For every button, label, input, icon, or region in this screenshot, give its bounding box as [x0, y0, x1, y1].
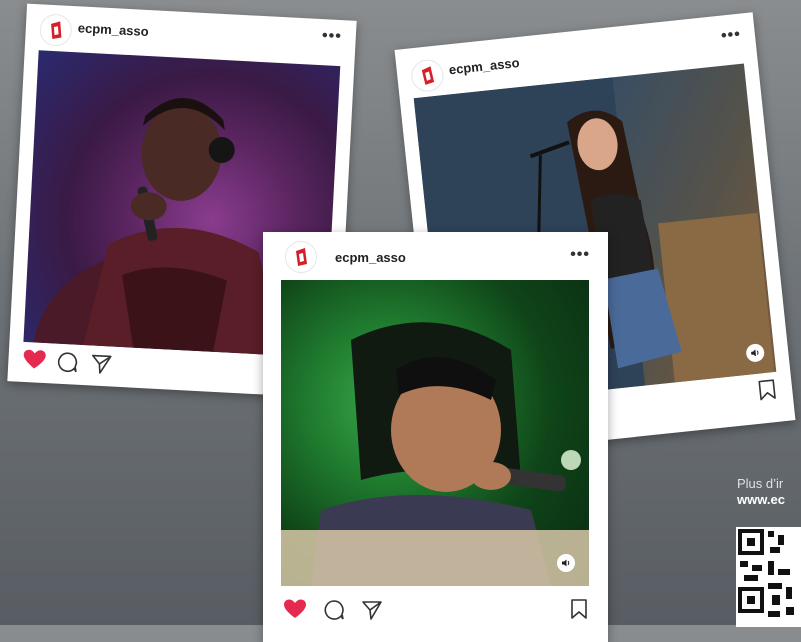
brand-logo-icon — [296, 248, 307, 266]
avatar[interactable] — [285, 241, 317, 273]
more-icon[interactable]: ••• — [720, 26, 742, 46]
bookmark-icon[interactable] — [570, 598, 588, 620]
share-icon[interactable] — [90, 352, 113, 375]
more-icon[interactable]: ••• — [570, 246, 590, 264]
bookmark-icon[interactable] — [757, 378, 777, 402]
website-link[interactable]: www.ec — [737, 492, 785, 507]
more-icon[interactable]: ••• — [322, 27, 343, 46]
avatar[interactable] — [409, 58, 446, 94]
heart-icon[interactable] — [22, 348, 47, 371]
username[interactable]: ecpm_asso — [335, 250, 406, 265]
comment-icon[interactable] — [323, 599, 345, 621]
heart-icon[interactable] — [283, 598, 307, 620]
post-header: ecpm_asso ••• — [263, 232, 608, 278]
share-icon[interactable] — [361, 599, 383, 621]
post-photo-beatboxer — [281, 280, 589, 586]
brand-logo-icon — [421, 66, 435, 85]
comment-icon[interactable] — [56, 351, 79, 374]
beatboxer-illustration — [281, 322, 589, 586]
speaker-icon[interactable] — [557, 554, 575, 572]
qr-code[interactable] — [736, 527, 801, 627]
post-actions — [263, 596, 608, 632]
username[interactable]: ecpm_asso — [448, 55, 520, 77]
avatar[interactable] — [38, 13, 73, 47]
info-text: Plus d’ir — [737, 476, 784, 491]
post-card-3: ecpm_asso ••• — [263, 232, 608, 642]
username[interactable]: ecpm_asso — [78, 20, 150, 39]
brand-logo-icon — [51, 21, 62, 39]
